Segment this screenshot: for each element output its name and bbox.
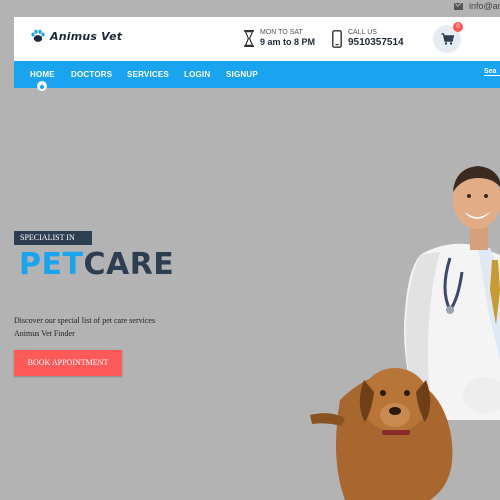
nav-item-services[interactable]: SERVICES	[127, 70, 169, 79]
cart-button[interactable]: 0	[433, 22, 463, 53]
headline-part-care: CARE	[83, 247, 175, 282]
main-navigation: HOME DOCTORS SERVICES LOGIN SIGNUP Sea	[14, 61, 500, 91]
book-appointment-button[interactable]: BOOK APPOINTMENT	[14, 350, 122, 376]
nav-item-home[interactable]: HOME	[30, 70, 55, 79]
hero-description-line-2: Animus Vet Finder	[14, 329, 75, 338]
headline-part-pet: PET	[19, 247, 84, 282]
hero-headline: PETCARE	[19, 247, 174, 282]
phone-icon	[332, 29, 342, 48]
top-contact-bar: info@ani	[0, 0, 500, 17]
opening-hours: MON TO SAT 9 am to 8 PM	[244, 29, 315, 48]
active-nav-indicator	[37, 81, 47, 91]
logo-text: Animus Vet	[50, 29, 123, 43]
email-contact[interactable]: info@ani	[454, 1, 500, 11]
email-text[interactable]: info@ani	[469, 1, 500, 11]
call-us[interactable]: CALL US 9510357514	[332, 29, 404, 48]
nav-search-input[interactable]: Sea	[484, 68, 500, 76]
paw-icon	[31, 29, 45, 42]
nav-item-login[interactable]: LOGIN	[184, 70, 210, 79]
call-label: CALL US	[348, 29, 377, 36]
drop-icon	[39, 83, 45, 90]
logo[interactable]: Animus Vet	[30, 29, 122, 43]
hourglass-icon	[244, 30, 254, 47]
nav-item-signup[interactable]: SIGNUP	[226, 70, 258, 79]
hours-value: 9 am to 8 PM	[260, 37, 316, 47]
hours-label: MON TO SAT	[260, 29, 303, 36]
hero-description-line-1: Discover our special list of pet care se…	[14, 316, 156, 325]
vet-with-dog-image	[310, 166, 500, 500]
cart-icon	[441, 33, 454, 45]
phone-number[interactable]: 9510357514	[348, 37, 404, 48]
mail-icon	[454, 2, 463, 10]
cart-count-badge: 0	[453, 22, 463, 32]
hero-description: Discover our special list of pet care se…	[14, 314, 155, 340]
hero-badge: SPECIALIST IN	[14, 231, 92, 245]
nav-item-doctors[interactable]: DOCTORS	[71, 70, 112, 79]
header: Animus Vet MON TO SAT 9 am to 8 PM CALL …	[14, 17, 500, 61]
